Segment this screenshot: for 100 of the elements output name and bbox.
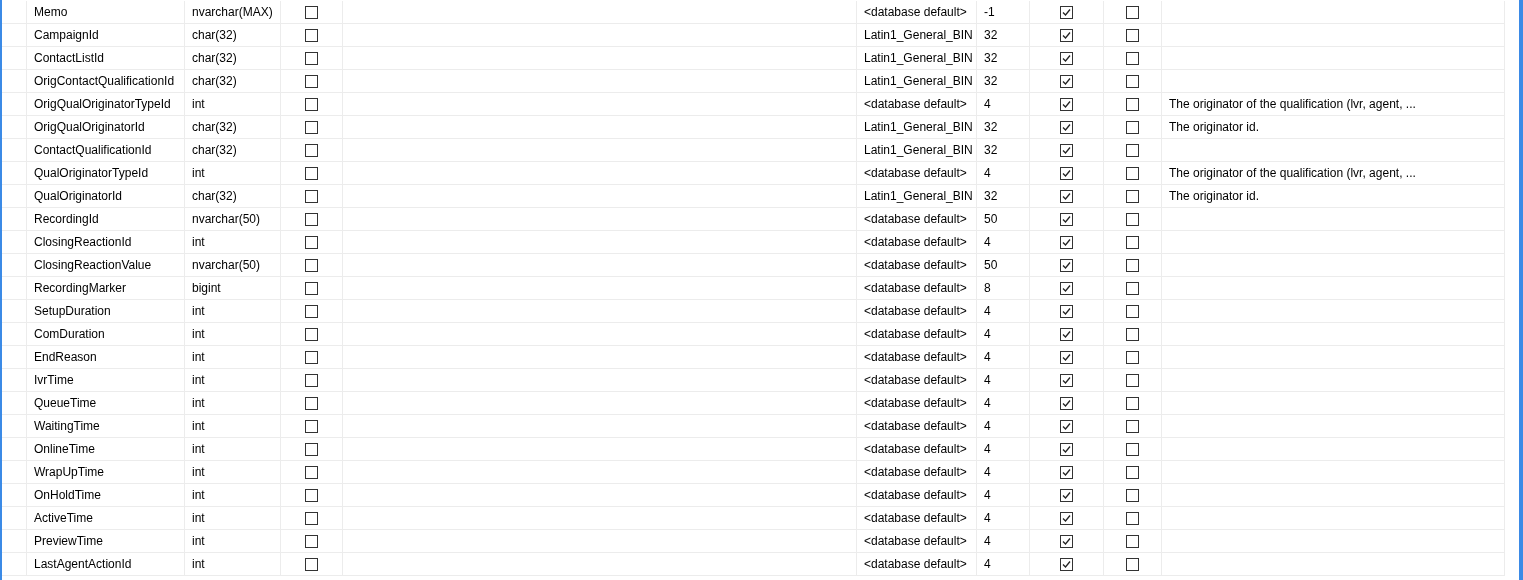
collation-cell: Latin1_General_BIN — [864, 120, 973, 134]
collation-cell: <database default> — [864, 258, 967, 272]
checkbox[interactable] — [1060, 350, 1073, 364]
checkbox[interactable] — [305, 189, 318, 203]
length-cell: 32 — [984, 189, 998, 203]
length-cell: 4 — [984, 350, 991, 364]
checkbox[interactable] — [305, 74, 318, 88]
checkbox[interactable] — [305, 51, 318, 65]
checkbox[interactable] — [305, 258, 318, 272]
checkbox[interactable] — [305, 5, 318, 19]
checkbox[interactable] — [1126, 419, 1139, 433]
checkbox[interactable] — [305, 28, 318, 42]
checkbox[interactable] — [305, 235, 318, 249]
collation-cell: <database default> — [864, 442, 967, 456]
checkbox[interactable] — [1060, 511, 1073, 525]
checkbox[interactable] — [1060, 258, 1073, 272]
checkbox[interactable] — [305, 396, 318, 410]
collation-cell: <database default> — [864, 212, 967, 226]
checkbox[interactable] — [1060, 74, 1073, 88]
checkbox[interactable] — [305, 327, 318, 341]
checkbox[interactable] — [1060, 465, 1073, 479]
length-cell: 32 — [984, 120, 998, 134]
column-name-cell: IvrTime — [34, 373, 74, 387]
checkbox[interactable] — [305, 442, 318, 456]
checkbox[interactable] — [1060, 212, 1073, 226]
checkbox[interactable] — [1060, 373, 1073, 387]
checkbox[interactable] — [1126, 235, 1139, 249]
data-type-cell: int — [192, 488, 205, 502]
length-cell: 32 — [984, 51, 998, 65]
checkbox[interactable] — [305, 511, 318, 525]
checkbox[interactable] — [1126, 350, 1139, 364]
checkbox[interactable] — [1126, 212, 1139, 226]
checkbox[interactable] — [1126, 97, 1139, 111]
checkbox[interactable] — [1126, 534, 1139, 548]
checkbox[interactable] — [1060, 235, 1073, 249]
checkbox[interactable] — [1126, 258, 1139, 272]
checkbox[interactable] — [305, 373, 318, 387]
checkbox[interactable] — [1060, 143, 1073, 157]
length-cell: 4 — [984, 396, 991, 410]
checkbox[interactable] — [1126, 304, 1139, 318]
checkbox[interactable] — [1126, 396, 1139, 410]
length-cell: 32 — [984, 143, 998, 157]
checkbox[interactable] — [1126, 511, 1139, 525]
data-type-cell: int — [192, 511, 205, 525]
checkbox[interactable] — [1126, 373, 1139, 387]
checkbox[interactable] — [1060, 189, 1073, 203]
checkbox[interactable] — [305, 143, 318, 157]
checkbox[interactable] — [305, 304, 318, 318]
collation-cell: <database default> — [864, 281, 967, 295]
collation-cell: <database default> — [864, 419, 967, 433]
checkbox[interactable] — [1126, 143, 1139, 157]
checkbox[interactable] — [305, 166, 318, 180]
checkbox[interactable] — [305, 488, 318, 502]
checkbox[interactable] — [305, 212, 318, 226]
checkbox[interactable] — [1126, 557, 1139, 571]
checkbox[interactable] — [305, 465, 318, 479]
checkbox[interactable] — [305, 281, 318, 295]
checkbox[interactable] — [1060, 396, 1073, 410]
checkbox[interactable] — [1126, 51, 1139, 65]
column-name-cell: SetupDuration — [34, 304, 111, 318]
checkbox[interactable] — [1126, 281, 1139, 295]
checkbox[interactable] — [1060, 97, 1073, 111]
checkbox[interactable] — [305, 419, 318, 433]
checkbox[interactable] — [1060, 304, 1073, 318]
checkbox[interactable] — [1060, 166, 1073, 180]
checkbox[interactable] — [305, 557, 318, 571]
column-name-cell: CampaignId — [34, 28, 99, 42]
collation-cell: Latin1_General_BIN — [864, 28, 973, 42]
data-type-cell: nvarchar(MAX) — [192, 5, 273, 19]
checkbox[interactable] — [305, 350, 318, 364]
checkbox[interactable] — [1060, 534, 1073, 548]
checkbox[interactable] — [1126, 28, 1139, 42]
checkbox[interactable] — [1060, 557, 1073, 571]
checkbox[interactable] — [1060, 488, 1073, 502]
checkbox[interactable] — [1060, 120, 1073, 134]
checkbox[interactable] — [1060, 419, 1073, 433]
checkbox[interactable] — [1126, 488, 1139, 502]
column-name-cell: ComDuration — [34, 327, 105, 341]
checkbox[interactable] — [1126, 442, 1139, 456]
checkbox[interactable] — [305, 97, 318, 111]
checkbox[interactable] — [1126, 74, 1139, 88]
checkbox[interactable] — [1126, 5, 1139, 19]
checkbox[interactable] — [1060, 28, 1073, 42]
data-type-cell: nvarchar(50) — [192, 258, 261, 272]
checkbox[interactable] — [1126, 166, 1139, 180]
checkbox[interactable] — [1126, 120, 1139, 134]
checkbox[interactable] — [305, 120, 318, 134]
checkbox[interactable] — [1060, 281, 1073, 295]
checkbox[interactable] — [1126, 189, 1139, 203]
checkbox[interactable] — [305, 534, 318, 548]
data-type-cell: bigint — [192, 281, 221, 295]
collation-cell: <database default> — [864, 304, 967, 318]
checkbox[interactable] — [1060, 51, 1073, 65]
checkbox[interactable] — [1126, 465, 1139, 479]
checkbox[interactable] — [1060, 5, 1073, 19]
checkbox[interactable] — [1060, 442, 1073, 456]
collation-cell: <database default> — [864, 350, 967, 364]
column-name-cell: ClosingReactionValue — [34, 258, 152, 272]
checkbox[interactable] — [1126, 327, 1139, 341]
checkbox[interactable] — [1060, 327, 1073, 341]
